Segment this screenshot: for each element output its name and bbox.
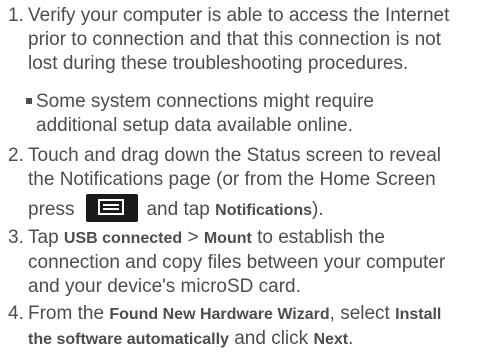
step-text: and tap: [146, 199, 210, 220]
bullet-text-line: additional setup data available online.: [36, 115, 353, 136]
step-number: 1.: [8, 5, 24, 26]
step-number: 2.: [8, 145, 24, 166]
separator-glyph: >: [187, 227, 199, 248]
step-text-line: and your device's microSD card.: [28, 276, 301, 297]
mount-label: Mount: [203, 230, 252, 247]
next-label: Next: [313, 331, 349, 348]
install-automatic-label: the software automatically: [28, 331, 229, 348]
bullet-text-line: Some system connections might require: [36, 91, 374, 112]
step-number: 3.: [8, 227, 24, 248]
step-text: From the: [28, 303, 105, 324]
step-text: Tap: [28, 227, 59, 248]
step-text: and click: [234, 328, 309, 349]
step-text: .: [348, 328, 354, 349]
step-text-line: Touch and drag down the Status screen to…: [28, 145, 441, 166]
step-3: 3. Tap USB connected > Mount to establis…: [8, 226, 486, 299]
wizard-label: Found New Hardware Wizard: [109, 306, 330, 323]
step-text: ).: [312, 199, 324, 220]
step-text-line: the Notifications page (or from the Home…: [28, 169, 436, 190]
bullet-icon: [26, 98, 32, 104]
step-text-line: Verify your computer is able to access t…: [28, 5, 450, 26]
step-text-line: lost during these troubleshooting proced…: [28, 53, 409, 74]
step-1: 1. Verify your computer is able to acces…: [8, 4, 486, 76]
step-text: , select: [329, 303, 390, 324]
usb-connected-label: USB connected: [63, 230, 183, 247]
notifications-label: Notifications: [215, 202, 313, 219]
instruction-page: 1. Verify your computer is able to acces…: [0, 0, 488, 353]
step-4: 4. From the Found New Hardware Wizard, s…: [8, 302, 486, 352]
step-text: press: [28, 199, 75, 220]
menu-key-icon: [86, 194, 139, 222]
install-label: Install: [395, 306, 442, 323]
sub-bullet: Some system connections might require ad…: [26, 90, 484, 138]
step-text: to establish the: [257, 227, 385, 248]
step-text-line: prior to connection and that this connec…: [28, 29, 441, 50]
step-text-line: connection and copy files between your c…: [28, 252, 446, 273]
step-2: 2. Touch and drag down the Status screen…: [8, 144, 486, 223]
step-number: 4.: [8, 303, 24, 324]
